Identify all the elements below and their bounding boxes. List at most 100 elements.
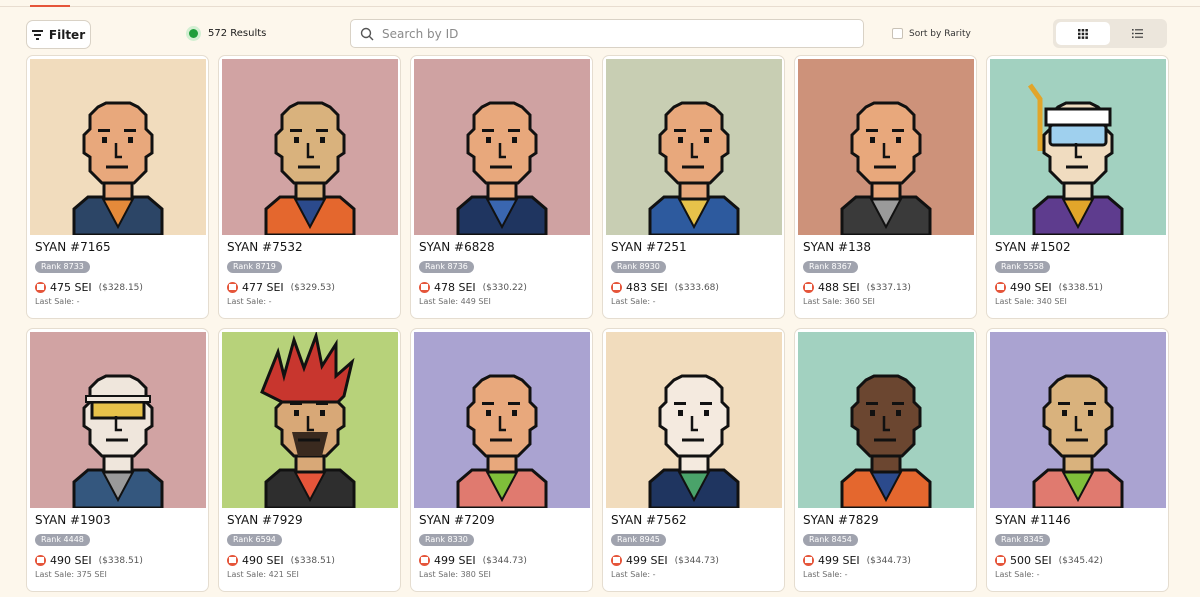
nft-card[interactable]: SYAN #7165 Rank 8733 475 SEI ($328.15) L… bbox=[26, 55, 209, 319]
nft-image bbox=[798, 59, 974, 235]
price: 477 SEI bbox=[242, 281, 284, 294]
rank-badge: Rank 8330 bbox=[419, 534, 474, 546]
rank-badge: Rank 4448 bbox=[35, 534, 90, 546]
search-input[interactable] bbox=[382, 26, 842, 41]
price: 500 SEI bbox=[1010, 554, 1052, 567]
price: 478 SEI bbox=[434, 281, 476, 294]
sei-token-icon bbox=[35, 282, 46, 293]
live-status-icon bbox=[186, 26, 201, 41]
search-box[interactable] bbox=[350, 19, 864, 48]
price: 475 SEI bbox=[50, 281, 92, 294]
nft-name: SYAN #1502 bbox=[995, 240, 1071, 254]
nft-name: SYAN #1146 bbox=[995, 513, 1071, 527]
nft-card[interactable]: SYAN #138 Rank 8367 488 SEI ($337.13) La… bbox=[794, 55, 977, 319]
rank-badge: Rank 8367 bbox=[803, 261, 858, 273]
results-count: 572 Results bbox=[186, 26, 266, 41]
toolbar: Filter 572 Results Sort by Rarity bbox=[0, 19, 1200, 49]
nft-card[interactable]: SYAN #1146 Rank 8345 500 SEI ($345.42) L… bbox=[986, 328, 1169, 592]
nft-card[interactable]: SYAN #7929 Rank 6594 490 SEI ($338.51) L… bbox=[218, 328, 401, 592]
nft-image bbox=[222, 332, 398, 508]
price-row: 499 SEI ($344.73) bbox=[419, 554, 584, 567]
price: 499 SEI bbox=[434, 554, 476, 567]
usd-price: ($344.73) bbox=[674, 555, 719, 566]
last-sale: Last Sale: - bbox=[227, 297, 272, 306]
filter-button[interactable]: Filter bbox=[26, 20, 91, 49]
last-sale: Last Sale: - bbox=[35, 297, 80, 306]
last-sale: Last Sale: 449 SEI bbox=[419, 297, 491, 306]
nft-card[interactable]: SYAN #7532 Rank 8719 477 SEI ($329.53) L… bbox=[218, 55, 401, 319]
usd-price: ($328.15) bbox=[98, 282, 143, 293]
usd-price: ($333.68) bbox=[674, 282, 719, 293]
nft-image bbox=[606, 332, 782, 508]
nft-card[interactable]: SYAN #7251 Rank 8930 483 SEI ($333.68) L… bbox=[602, 55, 785, 319]
list-icon bbox=[1131, 29, 1143, 38]
sei-token-icon bbox=[419, 555, 430, 566]
price-row: 490 SEI ($338.51) bbox=[35, 554, 200, 567]
list-view-button[interactable] bbox=[1110, 22, 1164, 45]
rank-badge: Rank 5558 bbox=[995, 261, 1050, 273]
nft-card[interactable]: SYAN #7209 Rank 8330 499 SEI ($344.73) L… bbox=[410, 328, 593, 592]
grid-view-button[interactable] bbox=[1056, 22, 1110, 45]
nft-card[interactable]: SYAN #1903 Rank 4448 490 SEI ($338.51) L… bbox=[26, 328, 209, 592]
nft-name: SYAN #7251 bbox=[611, 240, 687, 254]
rank-badge: Rank 8930 bbox=[611, 261, 666, 273]
rank-badge: Rank 8945 bbox=[611, 534, 666, 546]
view-toggle bbox=[1053, 19, 1167, 48]
nft-name: SYAN #7829 bbox=[803, 513, 879, 527]
nft-card[interactable]: SYAN #7829 Rank 8454 499 SEI ($344.73) L… bbox=[794, 328, 977, 592]
nft-card[interactable]: SYAN #6828 Rank 8736 478 SEI ($330.22) L… bbox=[410, 55, 593, 319]
last-sale: Last Sale: 421 SEI bbox=[227, 570, 299, 579]
nft-image bbox=[30, 59, 206, 235]
sei-token-icon bbox=[803, 555, 814, 566]
nft-name: SYAN #6828 bbox=[419, 240, 495, 254]
sei-token-icon bbox=[227, 555, 238, 566]
last-sale: Last Sale: 340 SEI bbox=[995, 297, 1067, 306]
sort-by-rarity[interactable]: Sort by Rarity bbox=[892, 28, 971, 39]
rank-badge: Rank 8733 bbox=[35, 261, 90, 273]
filter-icon bbox=[31, 30, 43, 40]
results-label: 572 Results bbox=[208, 28, 267, 39]
price: 483 SEI bbox=[626, 281, 668, 294]
last-sale: Last Sale: 360 SEI bbox=[803, 297, 875, 306]
price-row: 488 SEI ($337.13) bbox=[803, 281, 968, 294]
usd-price: ($338.51) bbox=[98, 555, 143, 566]
sei-token-icon bbox=[803, 282, 814, 293]
nft-name: SYAN #1903 bbox=[35, 513, 111, 527]
nft-name: SYAN #7532 bbox=[227, 240, 303, 254]
price-row: 478 SEI ($330.22) bbox=[419, 281, 584, 294]
sei-token-icon bbox=[227, 282, 238, 293]
usd-price: ($330.22) bbox=[482, 282, 527, 293]
nft-name: SYAN #7165 bbox=[35, 240, 111, 254]
nft-card[interactable]: SYAN #7562 Rank 8945 499 SEI ($344.73) L… bbox=[602, 328, 785, 592]
last-sale: Last Sale: - bbox=[611, 570, 656, 579]
price-row: 500 SEI ($345.42) bbox=[995, 554, 1160, 567]
rank-badge: Rank 6594 bbox=[227, 534, 282, 546]
sei-token-icon bbox=[995, 282, 1006, 293]
nft-name: SYAN #7209 bbox=[419, 513, 495, 527]
last-sale: Last Sale: - bbox=[995, 570, 1040, 579]
price: 490 SEI bbox=[242, 554, 284, 567]
price-row: 490 SEI ($338.51) bbox=[227, 554, 392, 567]
usd-price: ($337.13) bbox=[866, 282, 911, 293]
sei-token-icon bbox=[995, 555, 1006, 566]
price-row: 490 SEI ($338.51) bbox=[995, 281, 1160, 294]
nft-card[interactable]: SYAN #1502 Rank 5558 490 SEI ($338.51) L… bbox=[986, 55, 1169, 319]
usd-price: ($344.73) bbox=[482, 555, 527, 566]
usd-price: ($338.51) bbox=[290, 555, 335, 566]
nft-image bbox=[222, 59, 398, 235]
usd-price: ($345.42) bbox=[1058, 555, 1103, 566]
usd-price: ($344.73) bbox=[866, 555, 911, 566]
rank-badge: Rank 8454 bbox=[803, 534, 858, 546]
nft-grid: SYAN #7165 Rank 8733 475 SEI ($328.15) L… bbox=[26, 55, 1169, 592]
nft-name: SYAN #7562 bbox=[611, 513, 687, 527]
nft-image bbox=[990, 332, 1166, 508]
sort-by-rarity-label: Sort by Rarity bbox=[909, 28, 971, 39]
sei-token-icon bbox=[611, 282, 622, 293]
price-row: 477 SEI ($329.53) bbox=[227, 281, 392, 294]
sei-token-icon bbox=[611, 555, 622, 566]
sort-by-rarity-checkbox[interactable] bbox=[892, 28, 903, 39]
nft-image bbox=[606, 59, 782, 235]
last-sale: Last Sale: 380 SEI bbox=[419, 570, 491, 579]
sei-token-icon bbox=[419, 282, 430, 293]
nft-image bbox=[30, 332, 206, 508]
